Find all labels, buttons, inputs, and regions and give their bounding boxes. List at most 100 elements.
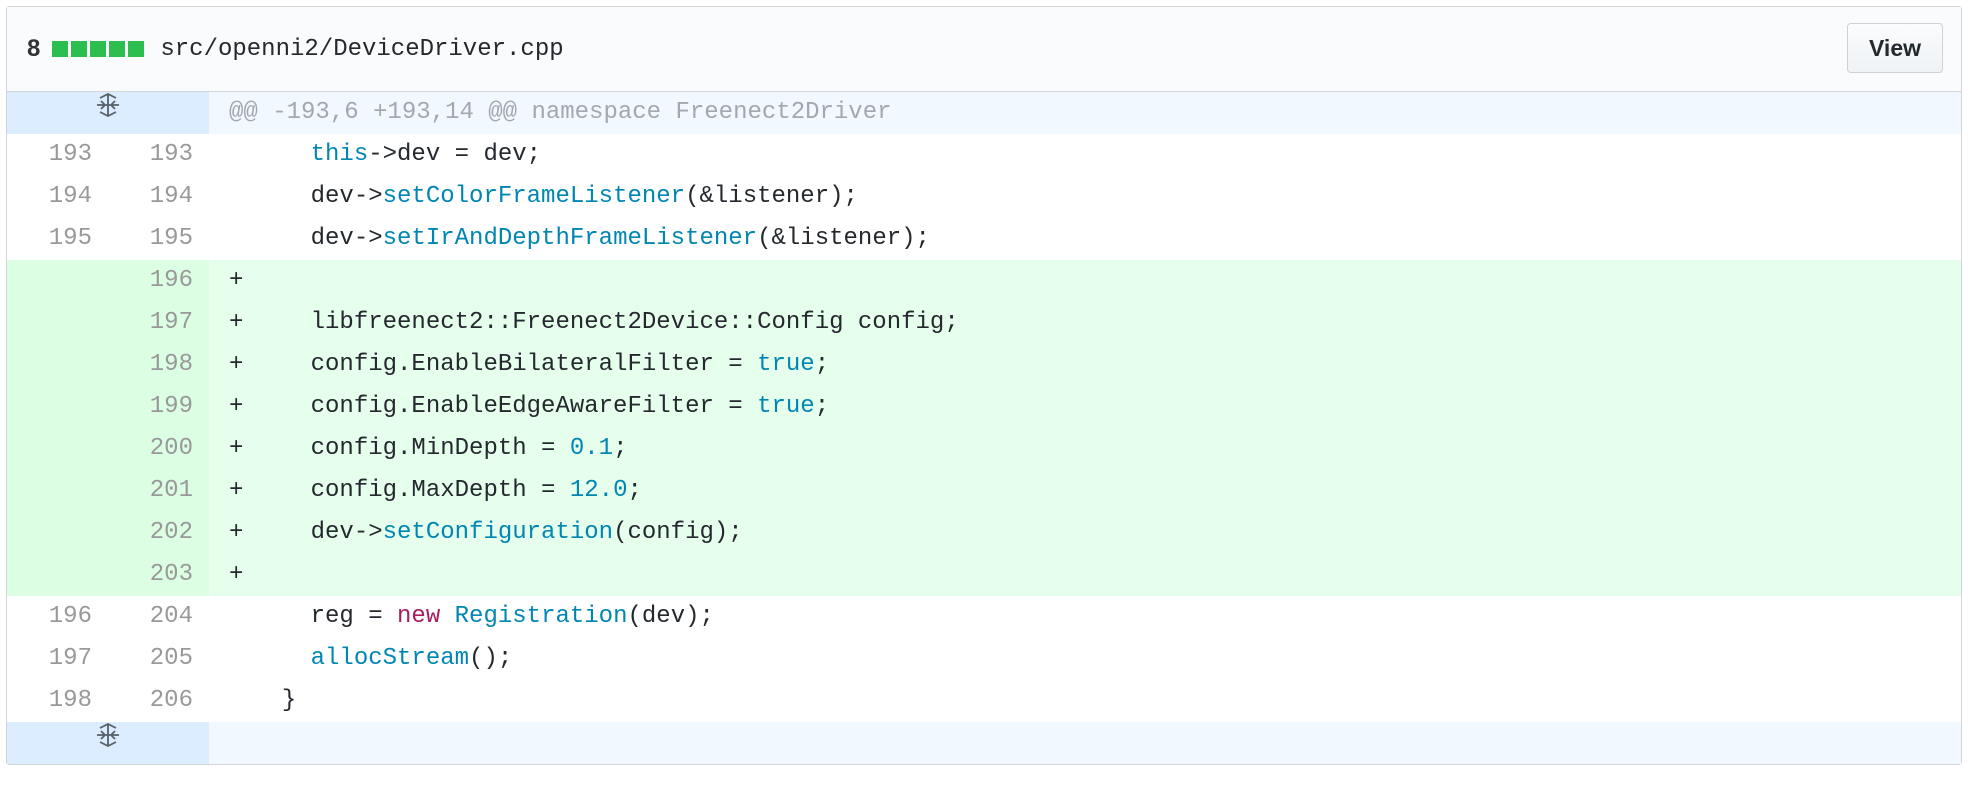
diffstat-block: [90, 41, 107, 57]
old-line-number[interactable]: [7, 428, 108, 470]
old-line-number[interactable]: [7, 302, 108, 344]
code-token: dev->: [310, 519, 383, 546]
old-line-number[interactable]: [7, 554, 108, 596]
added-line: 199 + config.EnableEdgeAwareFilter = true…: [7, 386, 1961, 428]
added-line: 201 + config.MaxDepth = 12.0;: [7, 470, 1961, 512]
code-content: + config.MaxDepth = 12.0;: [209, 470, 1961, 512]
code-content: reg = new Registration(dev);: [209, 596, 1961, 638]
new-line-number[interactable]: 206: [108, 680, 209, 722]
code-token-numv: 0.1: [569, 435, 614, 462]
code-token-class: Registration: [454, 603, 628, 630]
code-content: + dev->setConfiguration(config);: [209, 512, 1961, 554]
new-line-number[interactable]: 198: [108, 344, 209, 386]
old-line-number[interactable]: [7, 470, 108, 512]
code-token: (dev);: [627, 603, 714, 630]
code-token: (&listener);: [685, 183, 858, 210]
code-content: +: [209, 554, 1961, 596]
diff-marker: +: [229, 267, 244, 294]
file-path[interactable]: src/openni2/DeviceDriver.cpp: [160, 36, 563, 63]
code-token: (config);: [613, 519, 743, 546]
diff-marker: +: [229, 435, 244, 462]
new-line-number[interactable]: 204: [108, 596, 209, 638]
diffstat-count: 8: [27, 35, 41, 62]
code-token: config.MinDepth =: [310, 435, 570, 462]
diff-lines: 193 193 this->dev = dev; 194 194 dev->setCo…: [7, 134, 1961, 722]
code-token-numv: 12.0: [569, 477, 628, 504]
old-line-number[interactable]: 195: [7, 218, 108, 260]
context-line: 194 194 dev->setColorFrameListener(&liste…: [7, 176, 1961, 218]
unfold-icon: [95, 722, 121, 764]
view-file-button[interactable]: View: [1847, 23, 1943, 73]
code-token: dev->: [310, 225, 383, 252]
new-line-number[interactable]: 199: [108, 386, 209, 428]
code-content: +: [209, 260, 1961, 302]
hunk-footer-row: [7, 722, 1961, 764]
new-line-number[interactable]: 202: [108, 512, 209, 554]
diff-file: 8 src/openni2/DeviceDriver.cpp View @@ -…: [6, 6, 1962, 765]
diffstat-block: [128, 41, 145, 57]
unfold-icon: [95, 92, 121, 134]
context-line: 198 206 }: [7, 680, 1961, 722]
expand-down-button[interactable]: [7, 722, 209, 764]
code-token: ->dev = dev;: [368, 141, 542, 168]
old-line-number[interactable]: [7, 260, 108, 302]
new-line-number[interactable]: 196: [108, 260, 209, 302]
old-line-number[interactable]: [7, 344, 108, 386]
new-line-number[interactable]: 200: [108, 428, 209, 470]
diffstat-bar: [52, 41, 145, 57]
code-content: dev->setIrAndDepthFrameListener(&listene…: [209, 218, 1961, 260]
code-content: + config.MinDepth = 0.1;: [209, 428, 1961, 470]
diff-marker: [229, 680, 253, 722]
code-token-fn: setIrAndDepthFrameListener: [382, 225, 758, 252]
new-line-number[interactable]: 205: [108, 638, 209, 680]
code-token-bool: true: [757, 351, 815, 378]
hunk-header-text: @@ -193,6 +193,14 @@ namespace Freenect2…: [209, 92, 1961, 134]
expand-up-button[interactable]: [7, 92, 209, 134]
file-header: 8 src/openni2/DeviceDriver.cpp View: [7, 7, 1961, 92]
code-content: this->dev = dev;: [209, 134, 1961, 176]
hunk-footer-spacer: [209, 722, 1961, 764]
code-token: ();: [469, 645, 513, 672]
old-line-number[interactable]: 194: [7, 176, 108, 218]
code-content: dev->setColorFrameListener(&listener);: [209, 176, 1961, 218]
old-line-number[interactable]: 198: [7, 680, 108, 722]
diffstat-block: [71, 41, 88, 57]
code-token: ;: [613, 435, 628, 462]
old-line-number[interactable]: 197: [7, 638, 108, 680]
code-token: ;: [627, 477, 642, 504]
code-content: + config.EnableBilateralFilter = true;: [209, 344, 1961, 386]
new-line-number[interactable]: 195: [108, 218, 209, 260]
diff-marker: [229, 176, 253, 218]
new-line-number[interactable]: 197: [108, 302, 209, 344]
code-token: ;: [814, 393, 830, 420]
old-line-number[interactable]: [7, 386, 108, 428]
old-line-number[interactable]: 193: [7, 134, 108, 176]
new-line-number[interactable]: 194: [108, 176, 209, 218]
code-token-fn: setColorFrameListener: [382, 183, 686, 210]
old-line-number[interactable]: [7, 512, 108, 554]
code-token-bool: true: [757, 393, 815, 420]
code-content: }: [209, 680, 1961, 722]
diffstat-block: [109, 41, 126, 57]
diff-marker: +: [229, 519, 244, 546]
context-line: 193 193 this->dev = dev;: [7, 134, 1961, 176]
added-line: 203 +: [7, 554, 1961, 596]
new-line-number[interactable]: 201: [108, 470, 209, 512]
old-line-number[interactable]: 196: [7, 596, 108, 638]
diff-marker: [229, 218, 253, 260]
code-content: allocStream();: [209, 638, 1961, 680]
code-token: reg =: [310, 603, 398, 630]
diff-marker: [229, 134, 253, 176]
new-line-number[interactable]: 193: [108, 134, 209, 176]
code-token-fn: allocStream: [310, 645, 470, 672]
context-line: 196 204 reg = new Registration(dev);: [7, 596, 1961, 638]
diff-marker: +: [229, 393, 244, 420]
diff-marker: [229, 638, 253, 680]
new-line-number[interactable]: 203: [108, 554, 209, 596]
